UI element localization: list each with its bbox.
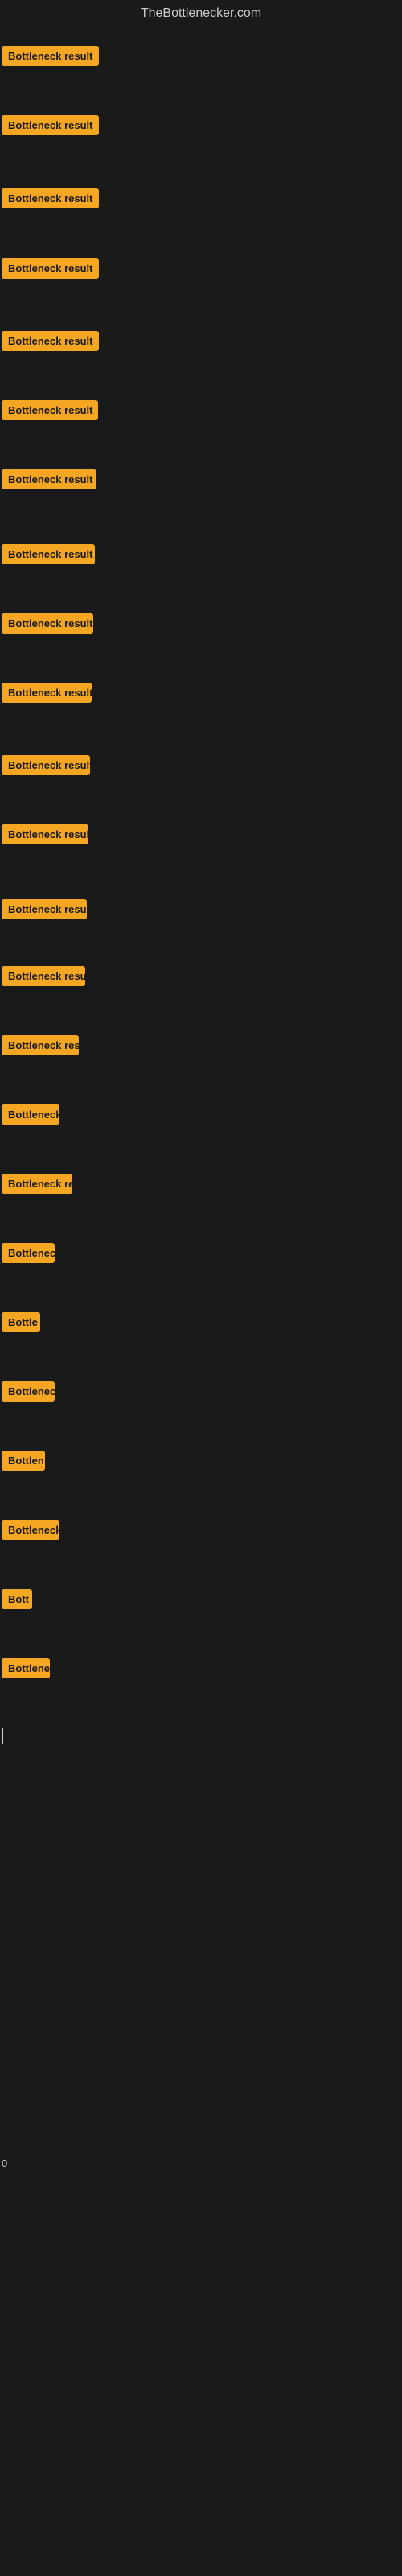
bottleneck-badge: Bottleneck result <box>2 46 99 66</box>
bottleneck-badge: Bottleneck result <box>2 469 96 489</box>
bottleneck-badge: Bottlene <box>2 1658 50 1678</box>
bottleneck-item: Bott <box>2 1589 32 1613</box>
bottleneck-item: Bottleneck <box>2 1104 59 1129</box>
bottleneck-item: Bottleneck result <box>2 966 85 990</box>
bottleneck-badge: Bottleneck result <box>2 258 99 279</box>
bottleneck-item: Bottleneck result <box>2 46 99 70</box>
bottleneck-item: Bottleneck result <box>2 899 87 923</box>
bottleneck-item: Bottleneck result <box>2 188 99 213</box>
bottleneck-badge: Bottleneck re <box>2 1174 72 1194</box>
bottleneck-badge: Bottleneck <box>2 1104 59 1125</box>
bottleneck-item: Bottleneck result <box>2 258 99 283</box>
bottleneck-badge: Bott <box>2 1589 32 1609</box>
bottleneck-item: Bottleneck result <box>2 469 96 493</box>
bottleneck-item: Bottleneck result <box>2 331 99 355</box>
bottleneck-badge: Bottleneck result <box>2 824 88 844</box>
bottleneck-badge: Bottleneck result <box>2 188 99 208</box>
bottleneck-item: Bottleneck result <box>2 115 99 139</box>
bottleneck-item: Bottleneck result <box>2 400 98 424</box>
bottleneck-badge: Bottleneck <box>2 1520 59 1540</box>
bottleneck-item: Bottleneck result <box>2 824 88 848</box>
bottleneck-badge: Bottlenec <box>2 1381 55 1402</box>
bottleneck-badge: Bottleneck result <box>2 331 99 351</box>
bottleneck-badge: Bottleneck result <box>2 899 87 919</box>
bottleneck-item: Bottlene <box>2 1658 50 1682</box>
bottleneck-badge: Bottleneck result <box>2 115 99 135</box>
bottleneck-badge: Bottle <box>2 1312 40 1332</box>
bottleneck-badge: Bottleneck result <box>2 683 92 703</box>
bottleneck-item: Bottle <box>2 1312 40 1336</box>
bottleneck-item: Bottleneck result <box>2 613 93 638</box>
bottleneck-item: Bottlenec <box>2 1243 55 1267</box>
bottleneck-item: Bottleneck result <box>2 683 92 707</box>
bottleneck-badge: Bottleneck result <box>2 966 85 986</box>
bottleneck-badge: Bottleneck result <box>2 613 93 634</box>
bottleneck-item: Bottleneck result <box>2 755 90 779</box>
bottleneck-item: Bottleneck re <box>2 1174 72 1198</box>
bottleneck-badge: Bottlenec <box>2 1243 55 1263</box>
bottleneck-item: Bottleneck <box>2 1520 59 1544</box>
bottleneck-badge: Bottlen <box>2 1451 45 1471</box>
cursor-line <box>2 1728 3 1744</box>
site-title: TheBottlenecker.com <box>0 0 402 31</box>
bottleneck-item: Bottlenec <box>2 1381 55 1406</box>
bottleneck-item: Bottleneck result <box>2 544 95 568</box>
bottleneck-item: Bottleneck resu <box>2 1035 79 1059</box>
bottleneck-badge: Bottleneck resu <box>2 1035 79 1055</box>
bottleneck-badge: Bottleneck result <box>2 400 98 420</box>
bottleneck-badge: Bottleneck result <box>2 755 90 775</box>
page-container: TheBottlenecker.com Bottleneck result Bot… <box>0 0 402 2576</box>
bottleneck-badge: Bottleneck result <box>2 544 95 564</box>
single-char-label: 0 <box>2 2157 7 2169</box>
bottleneck-item: Bottlen <box>2 1451 45 1475</box>
